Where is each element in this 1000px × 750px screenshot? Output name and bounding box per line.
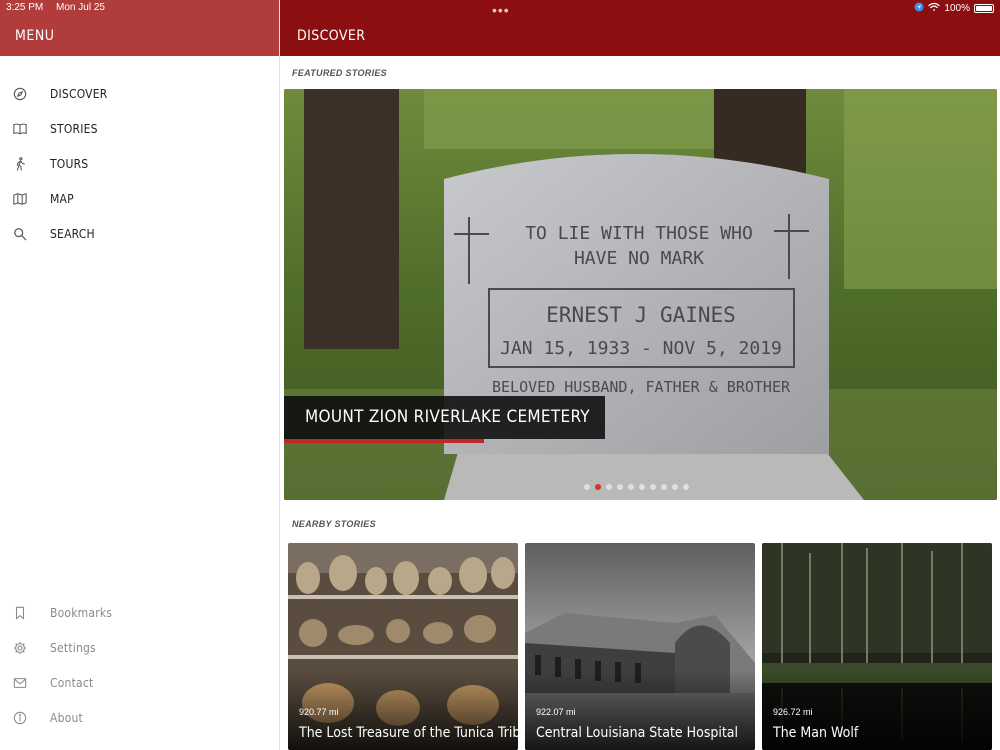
location-icon [914, 2, 924, 15]
status-bar-left: 3:25 PM Mon Jul 25 [6, 2, 105, 13]
info-icon [13, 711, 27, 725]
sidebar: 3:25 PM Mon Jul 25 MENU DISCOVER STORIES… [0, 0, 280, 750]
secondary-nav: Bookmarks Settings Contact About [0, 595, 280, 735]
story-card-state-hospital[interactable]: 922.07 mi Central Louisiana State Hospit… [525, 543, 755, 750]
nav-label: DISCOVER [50, 86, 108, 101]
nearby-section-label: NEARBY STORIES [292, 519, 376, 529]
nav-label: About [50, 710, 83, 725]
main-header: ••• 100% DISCOVER [280, 0, 1000, 56]
search-icon [13, 227, 27, 241]
carousel-dot[interactable] [606, 484, 612, 490]
nav-item-about[interactable]: About [0, 700, 280, 735]
nav-label: MAP [50, 191, 74, 206]
nav-item-settings[interactable]: Settings [0, 630, 280, 665]
nav-item-bookmarks[interactable]: Bookmarks [0, 595, 280, 630]
status-date: Mon Jul 25 [56, 2, 105, 13]
main-content: ••• 100% DISCOVER FEATURED STORIES TO LI… [280, 0, 1000, 750]
carousel-dot[interactable] [639, 484, 645, 490]
headstone-line: HAVE NO MARK [574, 248, 704, 269]
nav-label: TOURS [50, 156, 89, 171]
story-card-tunica-treasure[interactable]: 920.77 mi The Lost Treasure of the Tunic… [288, 543, 518, 750]
battery-percent: 100% [944, 3, 970, 14]
carousel-dot[interactable] [595, 484, 601, 490]
story-card-man-wolf[interactable]: 926.72 mi The Man Wolf [762, 543, 992, 750]
featured-carousel[interactable]: TO LIE WITH THOSE WHO HAVE NO MARK ERNES… [284, 89, 997, 500]
featured-slide-title[interactable]: MOUNT ZION RIVERLAKE CEMETERY [284, 396, 605, 439]
primary-nav: DISCOVER STORIES TOURS MAP SEARCH [0, 76, 279, 251]
nav-item-map[interactable]: MAP [0, 181, 279, 216]
nav-label: Bookmarks [50, 605, 113, 620]
battery-icon [974, 4, 994, 13]
nav-label: Contact [50, 675, 94, 690]
carousel-dot[interactable] [628, 484, 634, 490]
menu-title: MENU [15, 28, 55, 44]
gear-icon [13, 641, 27, 655]
nav-item-stories[interactable]: STORIES [0, 111, 279, 146]
multitask-dots[interactable]: ••• [492, 3, 510, 17]
bookmark-icon [13, 606, 27, 620]
nav-item-discover[interactable]: DISCOVER [0, 76, 279, 111]
page-title: DISCOVER [297, 28, 366, 44]
story-card-distance: 922.07 mi [536, 707, 576, 717]
nearby-stories-list: 920.77 mi The Lost Treasure of the Tunic… [288, 543, 992, 750]
status-bar-right: 100% [914, 2, 994, 15]
story-card-title: Central Louisiana State Hospital [536, 725, 739, 741]
nav-item-search[interactable]: SEARCH [0, 216, 279, 251]
carousel-dot[interactable] [617, 484, 623, 490]
envelope-icon [13, 676, 27, 690]
story-card-title: The Man Wolf [773, 725, 859, 741]
wifi-icon [928, 2, 941, 15]
carousel-dot[interactable] [683, 484, 689, 490]
slide-progress-bar [284, 439, 484, 443]
nav-label: STORIES [50, 121, 98, 136]
carousel-dot[interactable] [584, 484, 590, 490]
headstone-line: TO LIE WITH THOSE WHO [525, 223, 753, 244]
nav-label: SEARCH [50, 226, 95, 241]
featured-section-label: FEATURED STORIES [292, 68, 387, 78]
map-icon [13, 192, 27, 206]
nav-item-tours[interactable]: TOURS [0, 146, 279, 181]
status-time: 3:25 PM [6, 2, 44, 13]
book-icon [13, 122, 27, 136]
headstone-line: BELOVED HUSBAND, FATHER & BROTHER [492, 378, 791, 396]
sidebar-header: 3:25 PM Mon Jul 25 MENU [0, 0, 279, 56]
walking-icon [13, 156, 27, 171]
carousel-dot[interactable] [672, 484, 678, 490]
carousel-pager[interactable] [584, 484, 689, 490]
story-card-distance: 920.77 mi [299, 707, 339, 717]
compass-icon [13, 87, 27, 101]
carousel-dot[interactable] [661, 484, 667, 490]
headstone-line: ERNEST J GAINES [546, 303, 736, 327]
carousel-dot[interactable] [650, 484, 656, 490]
nav-item-contact[interactable]: Contact [0, 665, 280, 700]
headstone-line: JAN 15, 1933 - NOV 5, 2019 [500, 338, 782, 359]
story-card-distance: 926.72 mi [773, 707, 813, 717]
story-card-title: The Lost Treasure of the Tunica Tribe [299, 725, 518, 741]
nav-label: Settings [50, 640, 96, 655]
